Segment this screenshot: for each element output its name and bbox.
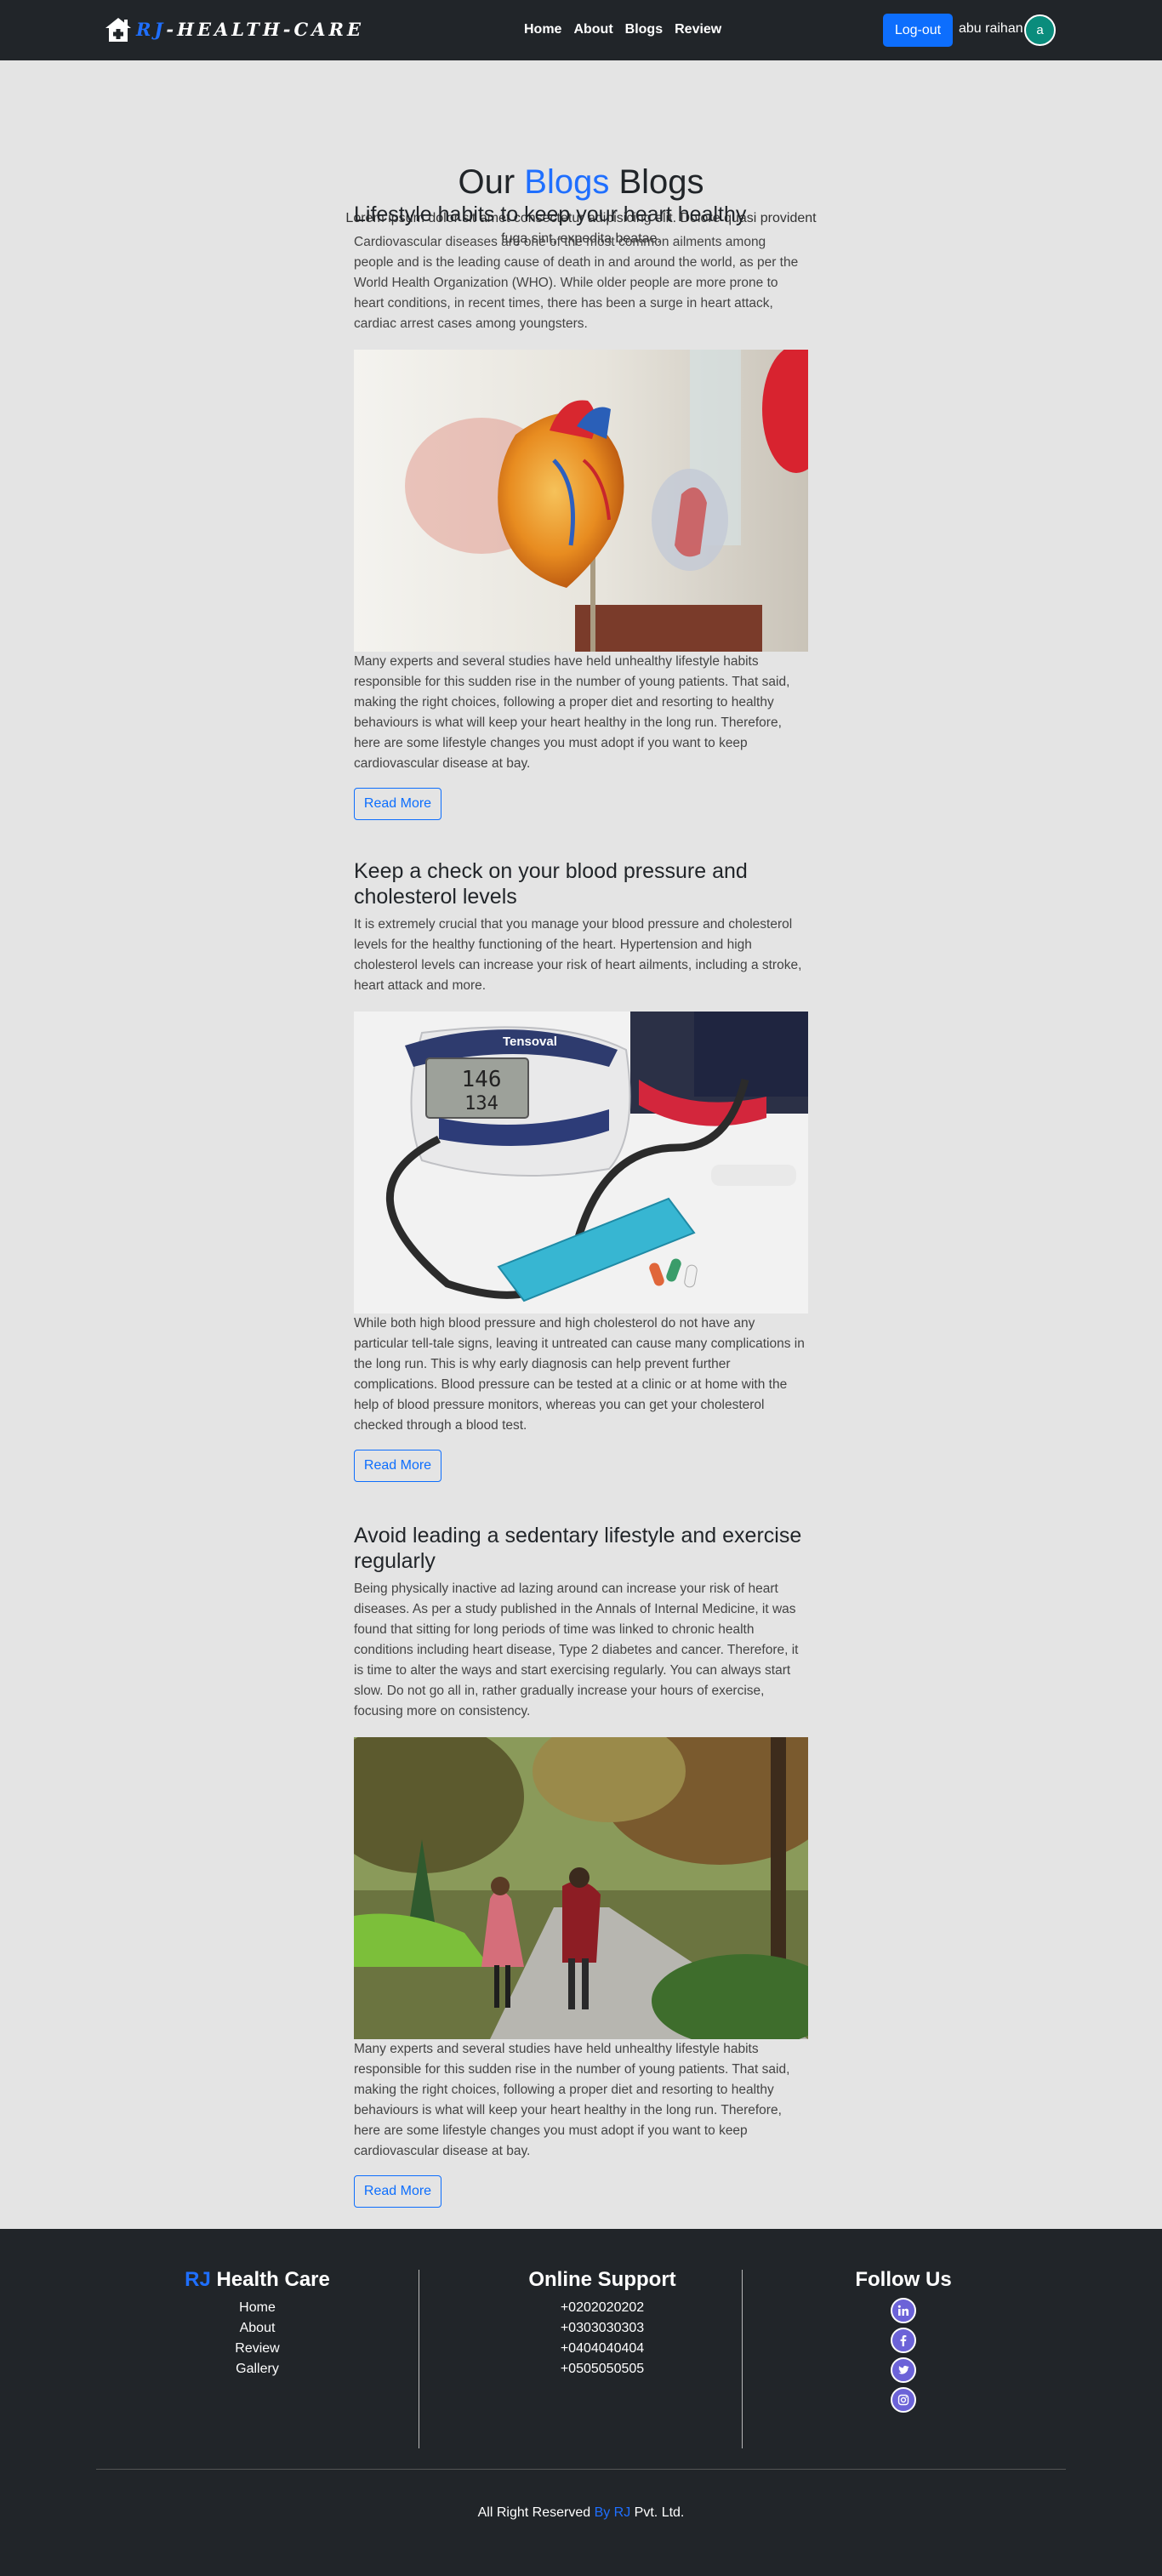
twitter-icon[interactable]: [891, 2357, 916, 2383]
copyright: All Right Reserved By RJ Pvt. Ltd.: [477, 2505, 685, 2520]
house-medical-icon: [105, 18, 131, 42]
footer-link-gallery[interactable]: Gallery: [170, 2359, 345, 2379]
page-title: Our Blogs Blogs: [458, 163, 704, 201]
facebook-icon[interactable]: [891, 2328, 916, 2353]
main-nav: Home About Blogs Review: [524, 20, 733, 39]
support-phone[interactable]: +0303030303: [496, 2318, 709, 2339]
footer-link-about[interactable]: About: [170, 2318, 345, 2339]
read-more-button[interactable]: Read More: [354, 1450, 441, 1482]
footer-horizontal-divider: [96, 2469, 1066, 2470]
blog-body: While both high blood pressure and high …: [354, 1316, 805, 1433]
footer: RJ Health Care Home About Review Gallery…: [0, 2229, 1162, 2576]
nav-home[interactable]: Home: [524, 20, 561, 39]
blog-body: Many experts and several studies have he…: [354, 2042, 790, 2158]
footer-link-home[interactable]: Home: [170, 2298, 345, 2318]
read-more-button[interactable]: Read More: [354, 2175, 441, 2208]
monitor-brand: Tensoval: [503, 1034, 557, 1049]
logout-button[interactable]: Log-out: [883, 14, 953, 47]
footer-divider: [742, 2270, 743, 2448]
footer-link-review[interactable]: Review: [170, 2339, 345, 2359]
footer-brand: RJ Health Care: [185, 2268, 330, 2291]
nav-review[interactable]: Review: [675, 20, 721, 39]
blog-post: Lifestyle habits to keep your heart heal…: [354, 202, 808, 820]
user-name: abu raihan: [959, 21, 1023, 36]
nav-about[interactable]: About: [573, 20, 612, 39]
blog-post: Keep a check on your blood pressure and …: [354, 858, 808, 1482]
blog-intro: Cardiovascular diseases are one of the m…: [354, 235, 799, 331]
diastolic-reading: 134: [464, 1093, 498, 1114]
linkedin-icon[interactable]: [891, 2298, 916, 2323]
nav-blogs[interactable]: Blogs: [625, 20, 663, 39]
footer-follow-column: Follow Us: [818, 2267, 988, 2417]
instagram-icon[interactable]: [891, 2387, 916, 2413]
support-phone[interactable]: +0404040404: [496, 2339, 709, 2359]
brand-name: RJ-HEALTH-CARE: [136, 19, 364, 40]
support-phone[interactable]: +0505050505: [496, 2359, 709, 2379]
follow-title: Follow Us: [855, 2268, 952, 2291]
read-more-button[interactable]: Read More: [354, 788, 441, 820]
blog-post: Avoid leading a sedentary lifestyle and …: [354, 1523, 808, 2208]
heart-model-image: [354, 350, 808, 652]
blogs-page: Our Blogs Blogs Lorem ipsum dolor sit am…: [0, 60, 1162, 2229]
couple-walking-park-image: [354, 1737, 808, 2039]
blog-title: Avoid leading a sedentary lifestyle and …: [354, 1524, 802, 1573]
footer-brand-column: RJ Health Care Home About Review Gallery: [170, 2267, 345, 2379]
brand-logo[interactable]: RJ-HEALTH-CARE: [104, 15, 364, 44]
blood-pressure-monitor-image: Tensoval 146 134: [354, 1012, 808, 1314]
support-title: Online Support: [528, 2268, 676, 2291]
blog-body: Many experts and several studies have he…: [354, 654, 790, 771]
blog-intro: Being physically inactive ad lazing arou…: [354, 1582, 799, 1718]
footer-support-column: Online Support +0202020202 +0303030303 +…: [496, 2267, 709, 2379]
blog-title: Keep a check on your blood pressure and …: [354, 859, 748, 909]
systolic-reading: 146: [462, 1067, 502, 1092]
navbar: RJ-HEALTH-CARE Home About Blogs Review L…: [0, 0, 1162, 60]
blog-title: Lifestyle habits to keep your heart heal…: [354, 202, 747, 226]
blog-intro: It is extremely crucial that you manage …: [354, 917, 802, 993]
support-phone[interactable]: +0202020202: [496, 2298, 709, 2318]
avatar[interactable]: a: [1024, 14, 1056, 46]
